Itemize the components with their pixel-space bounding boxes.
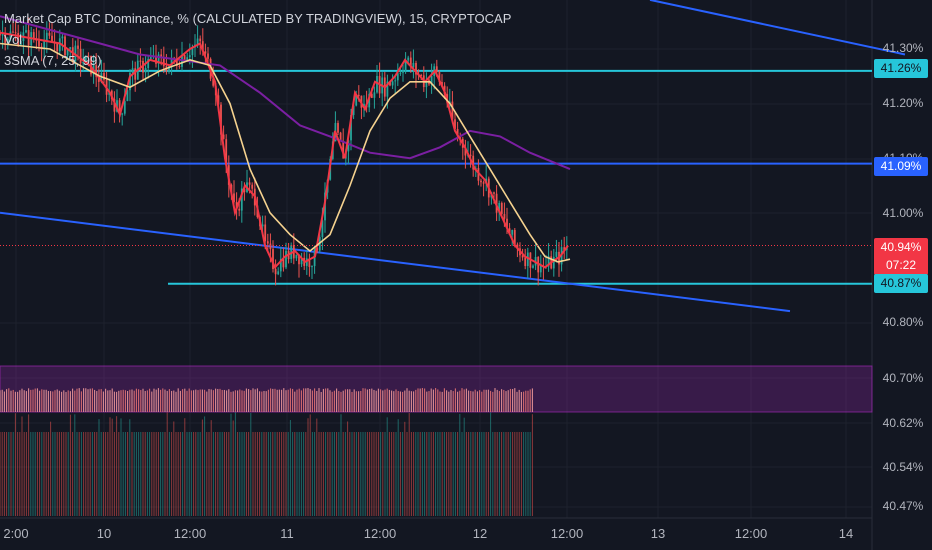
candle-body [500,202,503,215]
x-tick: 12 [472,526,488,541]
candle-body [469,154,472,156]
candle-body [480,180,482,183]
candle-body [266,241,269,244]
candle-body [311,266,313,268]
x-tick: 10 [96,526,112,541]
candle-body [274,268,277,275]
candle-body [555,251,558,257]
legend-volume[interactable]: Vol [4,29,511,50]
level-tag-upper[interactable]: 41.26% [874,59,928,78]
x-tick: 2:00 [3,526,29,541]
x-tick: 13 [650,526,666,541]
horizontal-levels[interactable] [0,69,872,285]
y-tick: 41.20% [882,96,924,110]
candle-body [532,265,534,268]
x-tick: 12:00 [734,526,768,541]
level-tag-lower[interactable]: 40.87% [874,274,928,293]
candle-body [238,208,241,211]
y-tick: 40.80% [882,315,924,329]
candle-body [373,92,376,98]
x-tick: 12:00 [550,526,584,541]
bar-countdown: 07:22 [874,256,928,275]
candle-body [295,254,298,259]
volume-histogram [0,365,873,516]
candle-body [269,243,272,250]
candle-body [121,113,124,115]
chart-title[interactable]: Market Cap BTC Dominance, % (CALCULATED … [4,8,511,29]
sma-25-line [0,42,571,263]
y-tick: 41.30% [882,41,924,55]
x-tick: 11 [280,526,294,541]
candle-body [511,230,514,235]
candle-body [399,72,402,74]
y-tick: 40.62% [882,416,924,430]
y-tick: 41.00% [882,206,924,220]
y-tick: 40.47% [882,499,924,513]
candle-body [337,123,339,133]
candle-body [493,192,495,194]
candle-body [277,271,280,275]
chart-canvas[interactable] [0,0,932,550]
candle-body [391,81,394,86]
current-price-tag: 40.94% [874,238,928,257]
candle-body [285,250,287,268]
y-tick: 40.70% [882,371,924,385]
trendline [0,211,791,313]
candle-body [482,182,485,184]
legend-sma[interactable]: 3SMA (7, 25, 99) [4,50,511,71]
candle-body [524,257,527,267]
chart-legend: Market Cap BTC Dominance, % (CALCULATED … [4,8,511,71]
x-tick: 14 [838,526,854,541]
y-tick: 40.54% [882,460,924,474]
candle-body [251,184,254,189]
candle-body [503,214,506,219]
candle-body [394,80,397,82]
candle-body [248,182,251,185]
candle-body [552,256,555,269]
candle-body [123,101,126,114]
x-tick: 12:00 [173,526,207,541]
level-tag-middle[interactable]: 41.09% [874,157,928,176]
trendline [649,0,906,56]
x-tick: 12:00 [363,526,397,541]
candle-body [357,94,360,96]
